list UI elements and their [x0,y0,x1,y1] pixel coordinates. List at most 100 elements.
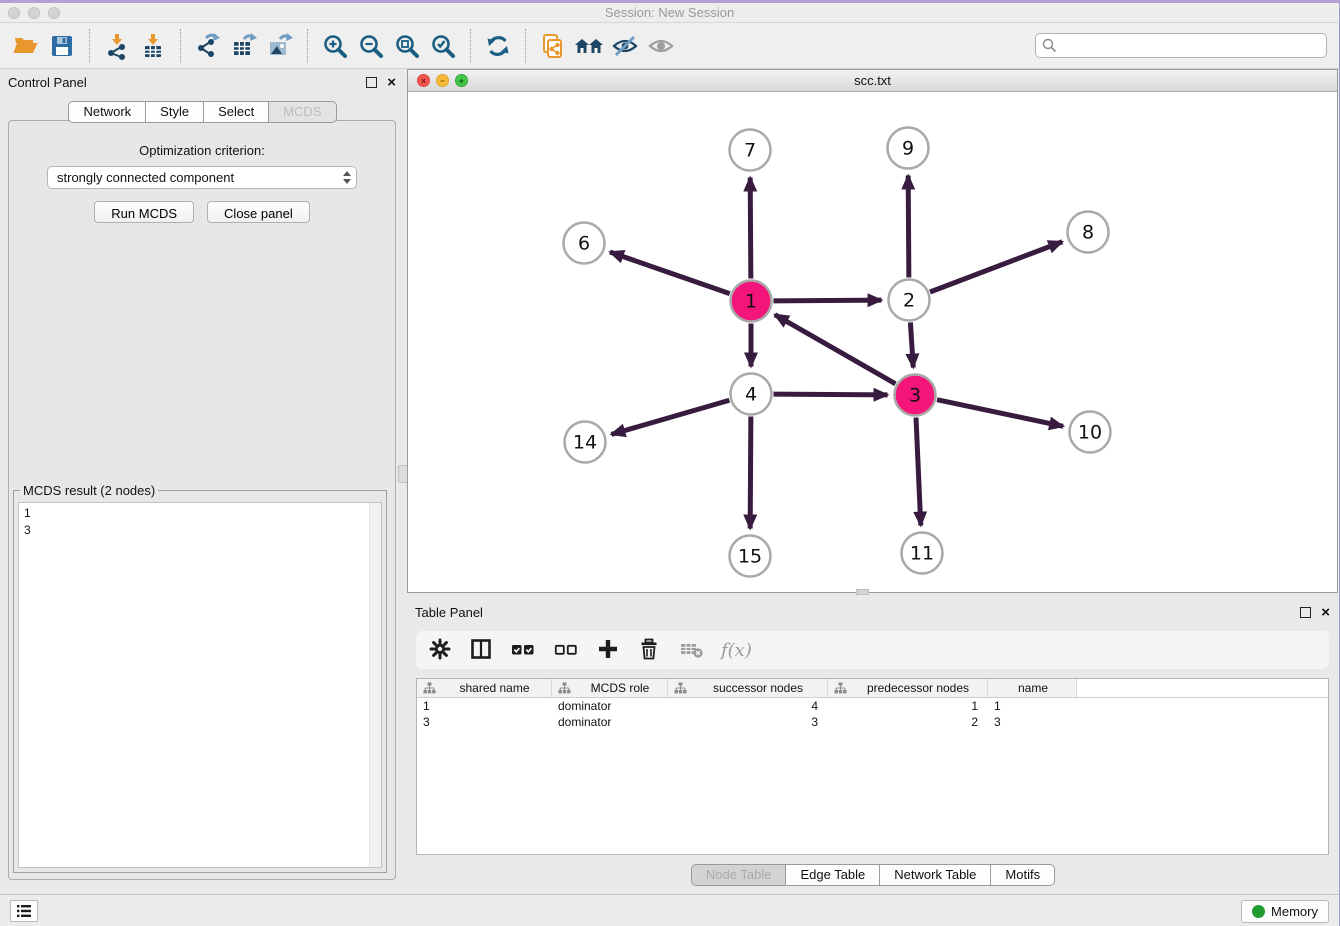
control-panel: Control Panel × NetworkStyleSelectMCDS O… [0,69,404,894]
node-2[interactable]: 2 [889,280,930,321]
memory-button[interactable]: Memory [1241,900,1329,923]
import-network-icon[interactable] [99,28,135,64]
save-session-icon[interactable] [44,28,80,64]
delete-column-icon[interactable] [637,637,661,664]
tab-motifs[interactable]: Motifs [990,864,1055,886]
search-icon [1042,38,1057,53]
table-cell: 3 [668,714,828,730]
control-panel-close-icon[interactable]: × [387,77,396,88]
run-mcds-button[interactable]: Run MCDS [94,201,194,223]
optimization-criterion-value: strongly connected component [57,170,234,185]
tab-mcds[interactable]: MCDS [268,101,336,123]
column-tree-icon [674,682,687,694]
node-3[interactable]: 3 [895,375,936,416]
tab-select[interactable]: Select [203,101,269,123]
control-panel-float-icon[interactable] [366,77,377,88]
close-panel-button[interactable]: Close panel [207,201,310,223]
table-settings-gear-icon[interactable] [428,637,452,664]
node-1[interactable]: 1 [731,281,772,322]
memory-label: Memory [1271,904,1318,919]
column-header-successor-nodes[interactable]: successor nodes [668,679,828,697]
select-all-icon[interactable] [510,637,536,664]
edge-3-10[interactable] [937,400,1063,427]
node-label: 15 [738,546,762,568]
tab-edge-table[interactable]: Edge Table [785,864,880,886]
node-label: 10 [1078,422,1102,444]
export-table-icon[interactable] [226,28,262,64]
edge-2-3[interactable] [910,322,913,367]
window-title: Session: New Session [0,5,1339,20]
column-header-predecessor-nodes[interactable]: predecessor nodes [828,679,988,697]
edge-1-7[interactable] [750,177,751,278]
import-table-icon[interactable] [135,28,171,64]
network-canvas[interactable]: 7 9 6 8 1 2 4 3 14 10 15 11 [408,92,1337,592]
edge-4-15[interactable] [750,416,751,528]
edge-4-3[interactable] [773,394,887,395]
tab-network-table[interactable]: Network Table [879,864,991,886]
column-header-mcds-role[interactable]: MCDS role [552,679,668,697]
node-11[interactable]: 11 [902,533,943,574]
zoom-in-icon[interactable] [317,28,353,64]
table-row[interactable]: 1dominator411 [417,698,1328,714]
table-cell: 1 [828,698,988,714]
horizontal-splitter-handle[interactable] [856,589,869,595]
edge-2-8[interactable] [930,242,1062,292]
tab-node-table[interactable]: Node Table [691,864,787,886]
show-all-icon [643,28,679,64]
zoom-selected-icon[interactable] [425,28,461,64]
tab-style[interactable]: Style [145,101,204,123]
open-file-icon[interactable] [8,28,44,64]
show-columns-icon[interactable] [469,637,493,664]
node-10[interactable]: 10 [1070,412,1111,453]
export-network-icon[interactable] [190,28,226,64]
column-header-shared-name[interactable]: shared name [417,679,552,697]
result-scrollbar[interactable] [369,503,381,867]
column-tree-icon [834,682,847,694]
table-cell: dominator [552,698,668,714]
edge-2-9[interactable] [908,175,909,277]
edge-3-1[interactable] [775,315,896,384]
table-panel-title: Table Panel [415,605,1300,620]
node-15[interactable]: 15 [730,536,771,577]
column-tree-icon [423,682,436,694]
table-panel-close-icon[interactable]: × [1321,607,1330,618]
refresh-layout-icon[interactable] [480,28,516,64]
node-4[interactable]: 4 [731,374,772,415]
node-label: 8 [1082,222,1094,244]
node-14[interactable]: 14 [565,422,606,463]
zoom-fit-icon[interactable] [389,28,425,64]
column-label: MCDS role [577,681,663,695]
column-label: name [994,681,1072,695]
edge-1-2[interactable] [773,300,881,301]
node-8[interactable]: 8 [1068,212,1109,253]
function-builder-icon: f(x) [721,640,752,661]
column-header-name[interactable]: name [988,679,1077,697]
table-row[interactable]: 3dominator323 [417,714,1328,730]
node-7[interactable]: 7 [730,130,771,171]
result-item: 3 [24,522,376,539]
tab-network[interactable]: Network [68,101,146,123]
table-panel: Table Panel × [407,599,1338,894]
edge-4-14[interactable] [611,400,729,434]
edge-3-11[interactable] [916,417,921,525]
table-cell: 3 [988,714,1077,730]
zoom-out-icon[interactable] [353,28,389,64]
optimization-criterion-label: Optimization criterion: [9,143,395,158]
first-neighbors-icon[interactable] [571,28,607,64]
clone-network-icon[interactable] [535,28,571,64]
node-6[interactable]: 6 [564,223,605,264]
export-image-icon[interactable] [262,28,298,64]
mcds-result-list[interactable]: 13 [18,502,382,868]
column-label: predecessor nodes [853,681,983,695]
deselect-all-icon[interactable] [553,637,579,664]
add-column-icon[interactable] [596,637,620,664]
hide-selected-icon[interactable] [607,28,643,64]
search-input[interactable] [1035,33,1327,58]
table-cell: 1 [417,698,552,714]
table-cell: 2 [828,714,988,730]
task-history-button[interactable] [10,900,38,922]
edge-1-6[interactable] [610,252,730,294]
optimization-criterion-select[interactable]: strongly connected component [47,166,357,189]
node-9[interactable]: 9 [888,128,929,169]
table-panel-float-icon[interactable] [1300,607,1311,618]
